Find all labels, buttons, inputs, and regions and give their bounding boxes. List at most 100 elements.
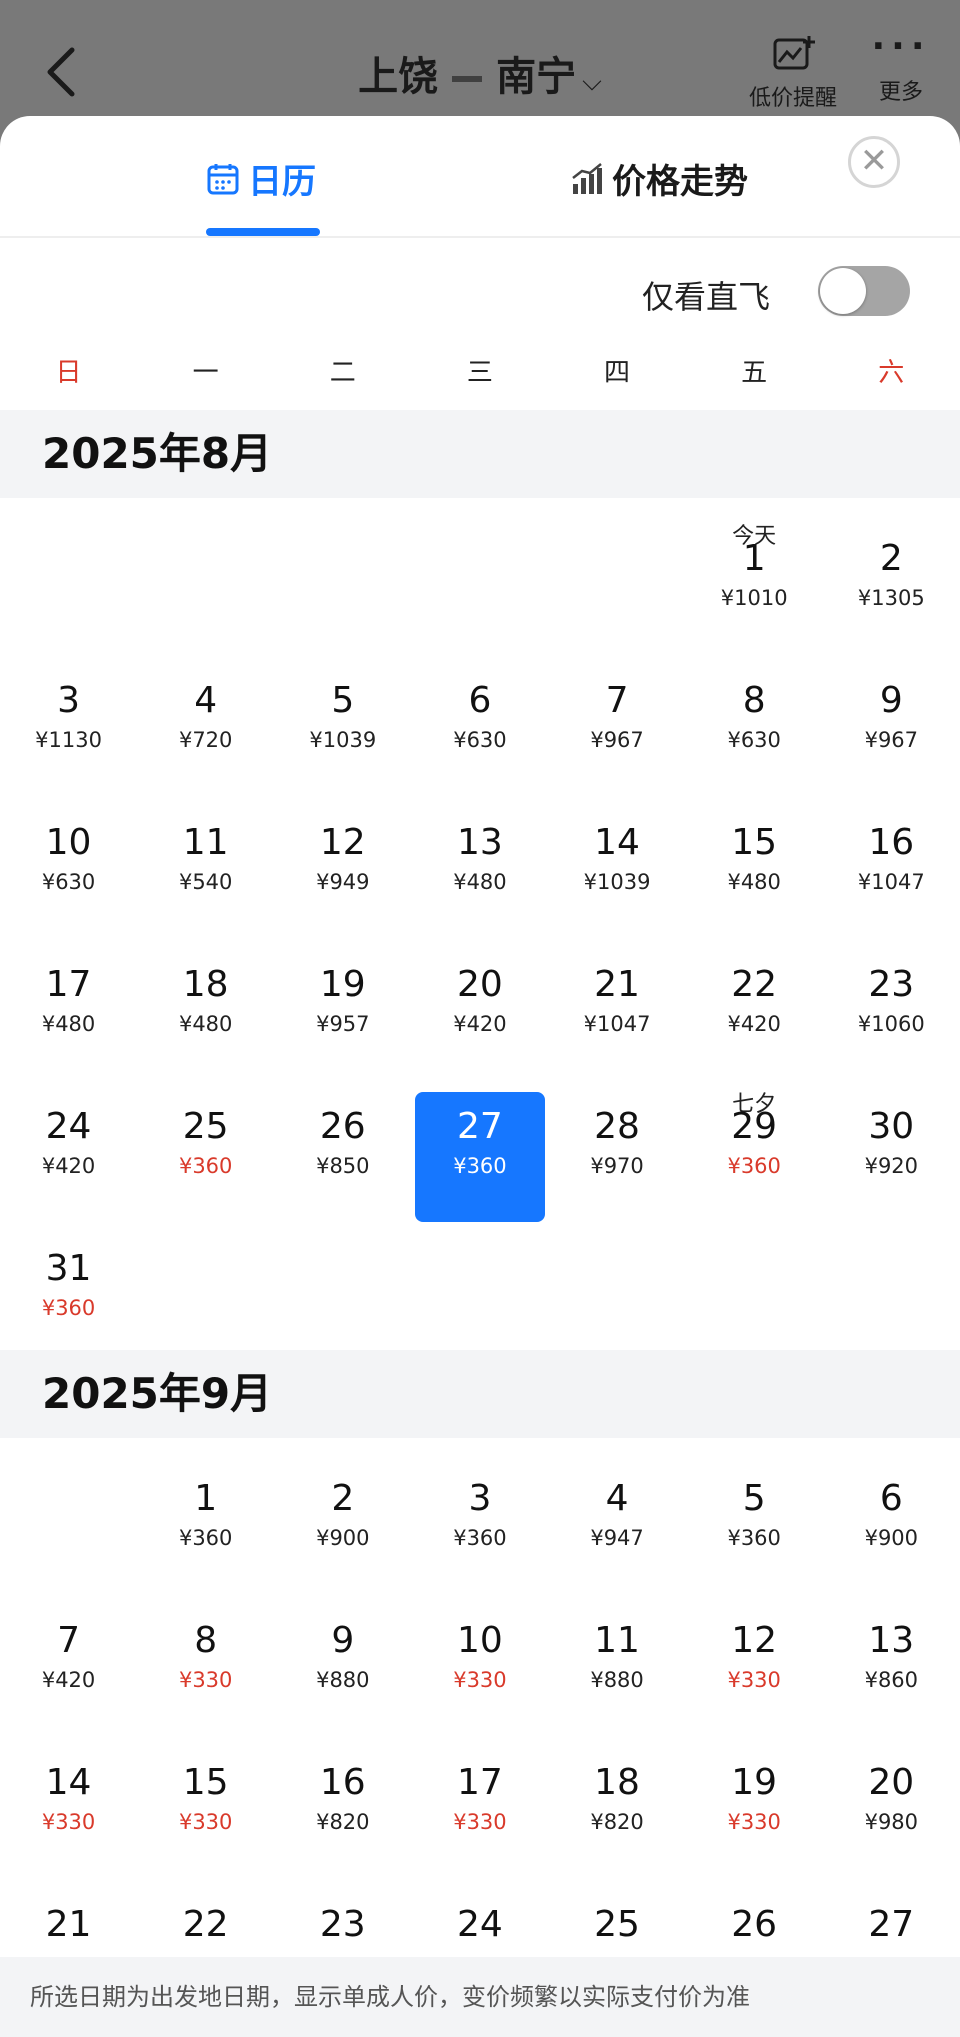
day-number: 18 <box>182 964 229 1005</box>
date-cell[interactable]: 3 ¥360 <box>411 1438 548 1580</box>
date-cell[interactable]: 14 ¥1039 <box>549 782 686 924</box>
date-cell[interactable]: 12 ¥330 <box>686 1580 823 1722</box>
day-number: 1 <box>742 538 766 579</box>
direct-only-toggle[interactable] <box>818 266 910 316</box>
day-number: 12 <box>319 822 366 863</box>
date-cell[interactable]: 17 ¥330 <box>411 1722 548 1864</box>
day-number: 14 <box>594 822 640 863</box>
date-cell[interactable]: 18 ¥820 <box>549 1722 686 1864</box>
day-price: ¥949 <box>316 870 370 894</box>
date-cell[interactable]: 19 ¥330 <box>686 1722 823 1864</box>
day-number: 8 <box>742 680 766 721</box>
date-cell[interactable]: 7 ¥967 <box>549 640 686 782</box>
day-number: 22 <box>182 1904 229 1945</box>
weekday-sun: 日 <box>55 357 82 388</box>
date-cell[interactable]: 4 ¥947 <box>549 1438 686 1580</box>
tab-calendar-label: 日历 <box>248 162 316 202</box>
date-cell[interactable]: 20 ¥980 <box>823 1722 960 1864</box>
date-cell[interactable]: 8 ¥630 <box>686 640 823 782</box>
day-price: ¥920 <box>864 1154 919 1178</box>
day-price: ¥1305 <box>857 586 925 610</box>
date-cell[interactable]: 31 ¥360 <box>0 1208 137 1350</box>
date-cell[interactable]: 9 ¥967 <box>823 640 960 782</box>
date-cell[interactable]: 17 ¥480 <box>0 924 137 1066</box>
day-number: 5 <box>742 1478 766 1519</box>
day-number: 13 <box>868 1620 915 1661</box>
date-cell[interactable]: 2 ¥900 <box>274 1438 411 1580</box>
tab-price-trend[interactable]: 价格走势 <box>570 154 748 203</box>
month-title: 2025年8月 <box>0 410 960 498</box>
date-cell[interactable]: 13 ¥480 <box>411 782 548 924</box>
day-number: 1 <box>194 1478 218 1519</box>
date-cell[interactable]: 7 ¥420 <box>0 1580 137 1722</box>
selected-date-cell[interactable]: 27 ¥360 <box>411 1066 548 1222</box>
day-price: ¥420 <box>453 1012 507 1036</box>
day-number: 27 <box>868 1904 915 1945</box>
more-label: 更多 <box>878 80 923 105</box>
date-cell[interactable]: 1 ¥360 <box>137 1438 274 1580</box>
date-cell[interactable]: 2 ¥1305 <box>823 498 960 640</box>
day-price: ¥720 <box>178 728 233 752</box>
more-dots-icon: ··· <box>871 26 931 67</box>
direct-only-label: 仅看直飞 <box>642 278 771 316</box>
date-cell[interactable]: 26 ¥850 <box>274 1066 411 1208</box>
date-cell[interactable]: 21 ¥1047 <box>549 924 686 1066</box>
origin-city: 上饶 <box>358 54 439 100</box>
date-cell[interactable]: 今天 1 ¥1010 <box>686 498 823 640</box>
date-cell[interactable]: 22 ¥420 <box>686 924 823 1066</box>
day-number: 10 <box>457 1620 503 1661</box>
day-number: 16 <box>319 1762 366 1803</box>
date-cell[interactable]: 15 ¥480 <box>686 782 823 924</box>
date-cell[interactable]: 11 ¥880 <box>549 1580 686 1722</box>
weekday-wed: 三 <box>466 357 493 388</box>
day-number: 2 <box>879 538 903 579</box>
date-cell[interactable]: 10 ¥630 <box>0 782 137 924</box>
date-cell[interactable]: 16 ¥1047 <box>823 782 960 924</box>
day-number: 26 <box>319 1106 366 1147</box>
close-icon[interactable]: ✕ <box>848 136 900 188</box>
date-cell[interactable]: 6 ¥630 <box>411 640 548 782</box>
date-cell[interactable]: 8 ¥330 <box>137 1580 274 1722</box>
date-cell[interactable]: 28 ¥970 <box>549 1066 686 1208</box>
day-price: ¥967 <box>590 728 644 752</box>
price-alert-button[interactable]: 低价提醒 <box>738 34 848 112</box>
date-cell[interactable]: 14 ¥330 <box>0 1722 137 1864</box>
date-cell[interactable]: 25 ¥360 <box>137 1066 274 1208</box>
date-cell[interactable]: 11 ¥540 <box>137 782 274 924</box>
date-cell[interactable]: 9 ¥880 <box>274 1580 411 1722</box>
day-price: ¥947 <box>590 1526 644 1550</box>
date-cell[interactable]: 19 ¥957 <box>274 924 411 1066</box>
date-cell[interactable]: 4 ¥720 <box>137 640 274 782</box>
empty-cell <box>0 1438 137 1580</box>
date-cell[interactable]: 23 ¥1060 <box>823 924 960 1066</box>
day-price: ¥820 <box>590 1810 644 1834</box>
day-price: ¥970 <box>590 1154 644 1178</box>
day-price: ¥330 <box>727 1668 781 1692</box>
date-cell[interactable]: 12 ¥949 <box>274 782 411 924</box>
date-cell[interactable]: 30 ¥920 <box>823 1066 960 1208</box>
day-price: ¥900 <box>864 1526 919 1550</box>
date-cell[interactable]: 10 ¥330 <box>411 1580 548 1722</box>
date-cell[interactable]: 15 ¥330 <box>137 1722 274 1864</box>
month-grid: 今天 1 ¥1010 2 ¥1305 3 ¥1130 4 ¥720 5 ¥1039 6 ¥630 7 ¥96… <box>0 498 960 1350</box>
day-number: 6 <box>468 680 492 721</box>
date-cell[interactable]: 16 ¥820 <box>274 1722 411 1864</box>
date-cell[interactable]: 5 ¥360 <box>686 1438 823 1580</box>
tab-calendar[interactable]: 日历 <box>206 154 316 203</box>
date-cell[interactable]: 5 ¥1039 <box>274 640 411 782</box>
day-number: 3 <box>468 1478 492 1519</box>
direct-flight-filter: 仅看直飞 <box>0 238 960 330</box>
calendar-sheet: 日历 价格走势 ✕ 仅看直飞 日 一 二 三 四 五 六 2025年8月 今天 1 ¥… <box>0 116 960 2037</box>
date-cell[interactable]: 20 ¥420 <box>411 924 548 1066</box>
date-cell[interactable]: 18 ¥480 <box>137 924 274 1066</box>
date-cell[interactable]: 13 ¥860 <box>823 1580 960 1722</box>
date-cell[interactable]: 24 ¥420 <box>0 1066 137 1208</box>
day-number: 4 <box>605 1478 629 1519</box>
date-cell[interactable]: 3 ¥1130 <box>0 640 137 782</box>
date-cell[interactable]: 6 ¥900 <box>823 1438 960 1580</box>
day-price: ¥420 <box>41 1154 96 1178</box>
calendar-icon <box>207 163 239 194</box>
more-button[interactable]: ··· 更多 <box>866 26 936 106</box>
day-number: 25 <box>594 1904 640 1945</box>
date-cell[interactable]: 七夕 29 ¥360 <box>686 1066 823 1208</box>
